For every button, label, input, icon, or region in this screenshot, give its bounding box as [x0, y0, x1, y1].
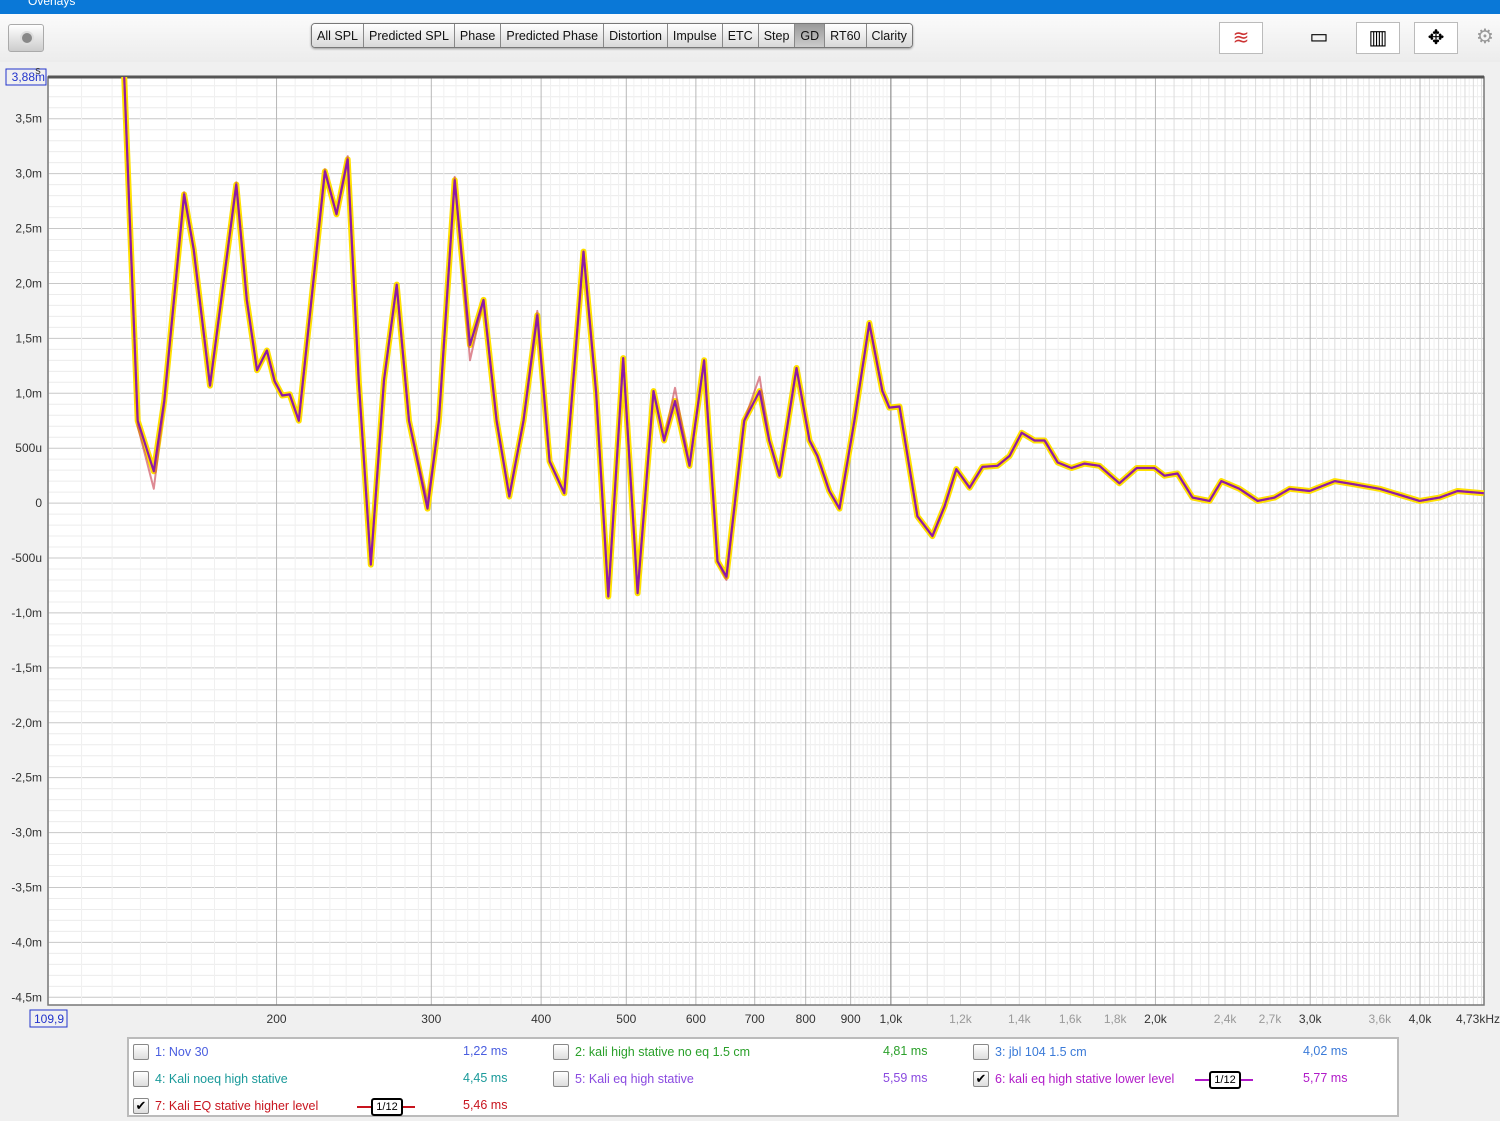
legend-checkbox[interactable]: [553, 1044, 569, 1060]
x-tick-label: 700: [745, 1012, 765, 1026]
x-tick-label: 3,0k: [1299, 1012, 1323, 1026]
y-tick-label: 2,5m: [15, 222, 42, 236]
legend-value: 4,81 ms: [883, 1044, 928, 1058]
x-tick-label: 500: [616, 1012, 636, 1026]
y-axis-unit: s: [35, 65, 41, 77]
x-tick-label: 2,7k: [1259, 1012, 1283, 1026]
legend-checkbox[interactable]: ✔: [133, 1098, 149, 1114]
legend-item: ✔ 6: kali eq high stative lower level: [973, 1069, 1174, 1089]
y-tick-label: -4,5m: [11, 990, 42, 1004]
tab-gd[interactable]: GD: [795, 24, 826, 47]
tab-distortion[interactable]: Distortion: [604, 24, 668, 47]
tab-predicted-spl[interactable]: Predicted SPL: [364, 24, 455, 47]
y-tick-label: -4,0m: [11, 935, 42, 949]
legend-label: 7: Kali EQ stative higher level: [155, 1099, 319, 1113]
legend-label: 2: kali high stative no eq 1.5 cm: [575, 1045, 751, 1059]
columns-icon[interactable]: ▥: [1356, 22, 1400, 54]
window-title: Overlays: [28, 0, 76, 8]
x-tick-label: 2,4k: [1214, 1012, 1238, 1026]
y-tick-label: 3,0m: [15, 167, 42, 181]
y-tick-label: -1,5m: [11, 661, 42, 675]
x-tick-label: 800: [796, 1012, 816, 1026]
legend-item: 5: Kali eq high stative: [553, 1069, 694, 1089]
legend-item: 2: kali high stative no eq 1.5 cm: [553, 1042, 750, 1062]
x-tick-label: 1,6k: [1059, 1012, 1083, 1026]
y-tick-label: 500u: [15, 441, 42, 455]
legend-checkbox[interactable]: ✔: [973, 1071, 989, 1087]
legend-label: 6: kali eq high stative lower level: [995, 1072, 1175, 1086]
fit-arrows-icon[interactable]: ✥: [1414, 22, 1458, 54]
legend-label: 3: jbl 104 1.5 cm: [995, 1045, 1087, 1059]
x-tick-label: 200: [267, 1012, 287, 1026]
tab-all-spl[interactable]: All SPL: [312, 24, 364, 47]
legend-item: ✔ 7: Kali EQ stative higher level: [133, 1096, 318, 1116]
y-tick-label: -3,5m: [11, 880, 42, 894]
x-tick-label: 2,0k: [1144, 1012, 1168, 1026]
smoothing-badge[interactable]: 1/12: [1195, 1071, 1253, 1089]
curve-scale-icon[interactable]: ≋: [1219, 22, 1263, 54]
legend-label: 5: Kali eq high stative: [575, 1072, 694, 1086]
y-tick-label: 1,5m: [15, 331, 42, 345]
graph-tabs: All SPL Predicted SPL Phase Predicted Phase…: [311, 23, 913, 48]
legend-value: 5,59 ms: [883, 1071, 928, 1085]
x-tick-label: 300: [421, 1012, 441, 1026]
y-tick-label: 0: [35, 496, 42, 510]
y-tick-label: -1,0m: [11, 606, 42, 620]
x-tick-label: 400: [531, 1012, 551, 1026]
x-tick-label: 1,0k: [880, 1012, 904, 1026]
legend-value: 4,45 ms: [463, 1071, 508, 1085]
legend-checkbox[interactable]: [133, 1044, 149, 1060]
smoothing-label: 1/12: [371, 1098, 403, 1116]
y-tick-label: 2,0m: [15, 276, 42, 290]
legend-checkbox[interactable]: [133, 1071, 149, 1087]
smoothing-badge[interactable]: 1/12: [357, 1098, 415, 1116]
legend-item: 1: Nov 30: [133, 1042, 209, 1062]
y-tick-label: 3,5m: [15, 112, 42, 126]
x-tick-label: 600: [686, 1012, 706, 1026]
y-tick-label: -3,0m: [11, 826, 42, 840]
y-tick-label: -2,5m: [11, 771, 42, 785]
x-tick-label: 3,6k: [1368, 1012, 1392, 1026]
legend-label: 4: Kali noeq high stative: [155, 1072, 288, 1086]
smoothing-label: 1/12: [1209, 1071, 1241, 1089]
legend-checkbox[interactable]: [973, 1044, 989, 1060]
camera-icon[interactable]: [8, 24, 44, 52]
legend-value: 5,77 ms: [1303, 1071, 1348, 1085]
x-tick-label: 109,9: [34, 1012, 64, 1026]
tab-impulse[interactable]: Impulse: [667, 24, 723, 47]
legend-value: 4,02 ms: [1303, 1044, 1348, 1058]
vertical-zoom-icon[interactable]: ▭: [1298, 22, 1340, 52]
tab-etc[interactable]: ETC: [722, 24, 759, 47]
tab-predicted-phase[interactable]: Predicted Phase: [501, 24, 605, 47]
toolbar: All SPL Predicted SPL Phase Predicted Phase…: [0, 14, 1500, 62]
title-bar: Overlays: [0, 0, 1500, 14]
legend-checkbox[interactable]: [553, 1071, 569, 1087]
x-tick-label: 1,4k: [1008, 1012, 1032, 1026]
legend-label: 1: Nov 30: [155, 1045, 209, 1059]
y-tick-label: -500u: [11, 551, 42, 565]
x-tick-label: 1,8k: [1104, 1012, 1128, 1026]
legend-panel: 1: Nov 30 1,22 ms 2: kali high stative no …: [127, 1037, 1399, 1117]
y-tick-label: -2,0m: [11, 716, 42, 730]
group-delay-chart: 3,88m3,5m3,0m2,5m2,0m1,5m1,0m500u0-500u-…: [5, 65, 1500, 1028]
legend-item: 4: Kali noeq high stative: [133, 1069, 288, 1089]
tab-phase[interactable]: Phase: [454, 24, 502, 47]
gear-icon[interactable]: ⚙: [1470, 22, 1500, 52]
legend-value: 5,46 ms: [463, 1098, 508, 1112]
x-tick-label: 4,73kHz: [1456, 1012, 1500, 1026]
legend-value: 1,22 ms: [463, 1044, 508, 1058]
tab-rt60[interactable]: RT60: [825, 24, 867, 47]
y-tick-label: 1,0m: [15, 386, 42, 400]
x-tick-label: 900: [841, 1012, 861, 1026]
x-tick-label: 4,0k: [1409, 1012, 1433, 1026]
tab-clarity[interactable]: Clarity: [866, 24, 912, 47]
x-tick-label: 1,2k: [949, 1012, 973, 1026]
tab-step[interactable]: Step: [758, 24, 796, 47]
legend-item: 3: jbl 104 1.5 cm: [973, 1042, 1087, 1062]
